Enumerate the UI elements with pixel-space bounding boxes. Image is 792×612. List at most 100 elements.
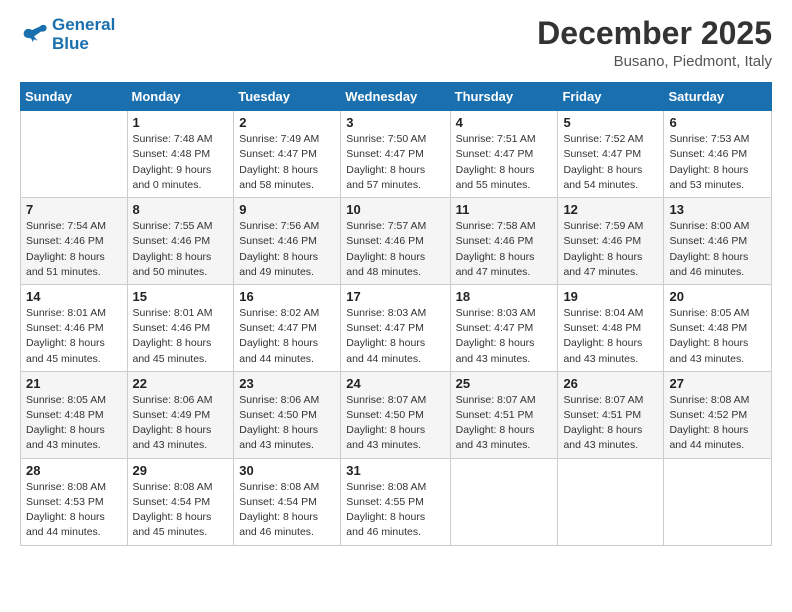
day-cell: 13Sunrise: 8:00 AMSunset: 4:46 PMDayligh… [664, 198, 772, 285]
day-number: 19 [563, 289, 658, 304]
day-number: 20 [669, 289, 766, 304]
day-number: 11 [456, 202, 553, 217]
day-info: Sunrise: 7:58 AMSunset: 4:46 PMDaylight:… [456, 219, 553, 280]
logo-icon [20, 21, 48, 49]
day-number: 17 [346, 289, 444, 304]
week-row-5: 28 Sunrise: 8:08 AMSunset: 4:53 PMDayligh… [21, 458, 772, 545]
calendar-table: SundayMondayTuesdayWednesdayThursdayFrid… [20, 82, 772, 545]
header-row: SundayMondayTuesdayWednesdayThursdayFrid… [21, 83, 772, 111]
day-info: Sunrise: 7:59 AMSunset: 4:46 PMDaylight:… [563, 219, 658, 280]
day-info: Sunrise: 8:05 AMSunset: 4:48 PMDaylight:… [26, 393, 122, 454]
day-number: 27 [669, 376, 766, 391]
day-info: Sunrise: 8:08 AMSunset: 4:54 PMDaylight:… [239, 480, 335, 541]
day-info: Sunrise: 7:53 AMSunset: 4:46 PMDaylight:… [669, 132, 766, 193]
day-info: Sunrise: 8:04 AMSunset: 4:48 PMDaylight:… [563, 306, 658, 367]
day-number: 8 [133, 202, 229, 217]
title-block: December 2025 Busano, Piedmont, Italy [537, 16, 772, 70]
day-info: Sunrise: 7:50 AMSunset: 4:47 PMDaylight:… [346, 132, 444, 193]
day-cell: 3 Sunrise: 7:50 AMSunset: 4:47 PMDaylight… [341, 111, 450, 198]
day-info: Sunrise: 8:05 AMSunset: 4:48 PMDaylight:… [669, 306, 766, 367]
day-number: 22 [133, 376, 229, 391]
day-number: 1 [133, 115, 229, 130]
day-info: Sunrise: 7:55 AMSunset: 4:46 PMDaylight:… [133, 219, 229, 280]
day-number: 5 [563, 115, 658, 130]
day-cell: 24 Sunrise: 8:07 AMSunset: 4:50 PMDayligh… [341, 371, 450, 458]
day-cell: 10Sunrise: 7:57 AMSunset: 4:46 PMDayligh… [341, 198, 450, 285]
day-cell: 8 Sunrise: 7:55 AMSunset: 4:46 PMDaylight… [127, 198, 234, 285]
day-info: Sunrise: 8:03 AMSunset: 4:47 PMDaylight:… [456, 306, 553, 367]
day-number: 15 [133, 289, 229, 304]
day-cell: 28 Sunrise: 8:08 AMSunset: 4:53 PMDayligh… [21, 458, 128, 545]
day-cell: 16 Sunrise: 8:02 AMSunset: 4:47 PMDayligh… [234, 284, 341, 371]
day-info: Sunrise: 8:00 AMSunset: 4:46 PMDaylight:… [669, 219, 766, 280]
day-cell: 23Sunrise: 8:06 AMSunset: 4:50 PMDayligh… [234, 371, 341, 458]
day-info: Sunrise: 8:03 AMSunset: 4:47 PMDaylight:… [346, 306, 444, 367]
logo: General Blue [20, 16, 115, 53]
day-cell: 21 Sunrise: 8:05 AMSunset: 4:48 PMDayligh… [21, 371, 128, 458]
day-number: 12 [563, 202, 658, 217]
header-cell-friday: Friday [558, 83, 664, 111]
day-info: Sunrise: 8:07 AMSunset: 4:51 PMDaylight:… [563, 393, 658, 454]
day-info: Sunrise: 8:08 AMSunset: 4:55 PMDaylight:… [346, 480, 444, 541]
day-number: 7 [26, 202, 122, 217]
day-number: 9 [239, 202, 335, 217]
day-info: Sunrise: 8:07 AMSunset: 4:50 PMDaylight:… [346, 393, 444, 454]
day-cell: 17 Sunrise: 8:03 AMSunset: 4:47 PMDayligh… [341, 284, 450, 371]
day-cell: 27 Sunrise: 8:08 AMSunset: 4:52 PMDayligh… [664, 371, 772, 458]
header-cell-thursday: Thursday [450, 83, 558, 111]
day-cell: 5Sunrise: 7:52 AMSunset: 4:47 PMDaylight… [558, 111, 664, 198]
day-cell: 14 Sunrise: 8:01 AMSunset: 4:46 PMDayligh… [21, 284, 128, 371]
day-number: 23 [239, 376, 335, 391]
header-cell-tuesday: Tuesday [234, 83, 341, 111]
day-number: 25 [456, 376, 553, 391]
day-info: Sunrise: 7:51 AMSunset: 4:47 PMDaylight:… [456, 132, 553, 193]
week-row-2: 7Sunrise: 7:54 AMSunset: 4:46 PMDaylight… [21, 198, 772, 285]
day-info: Sunrise: 8:08 AMSunset: 4:53 PMDaylight:… [26, 480, 122, 541]
week-row-4: 21 Sunrise: 8:05 AMSunset: 4:48 PMDayligh… [21, 371, 772, 458]
day-cell: 19 Sunrise: 8:04 AMSunset: 4:48 PMDayligh… [558, 284, 664, 371]
day-number: 28 [26, 463, 122, 478]
day-number: 29 [133, 463, 229, 478]
day-number: 4 [456, 115, 553, 130]
day-cell: 26 Sunrise: 8:07 AMSunset: 4:51 PMDayligh… [558, 371, 664, 458]
day-number: 18 [456, 289, 553, 304]
day-cell: 1Sunrise: 7:48 AMSunset: 4:48 PMDaylight… [127, 111, 234, 198]
page: General Blue December 2025 Busano, Piedm… [0, 0, 792, 612]
day-number: 14 [26, 289, 122, 304]
day-cell [450, 458, 558, 545]
day-info: Sunrise: 7:49 AMSunset: 4:47 PMDaylight:… [239, 132, 335, 193]
day-number: 24 [346, 376, 444, 391]
day-info: Sunrise: 8:06 AMSunset: 4:49 PMDaylight:… [133, 393, 229, 454]
day-info: Sunrise: 8:01 AMSunset: 4:46 PMDaylight:… [133, 306, 229, 367]
month-title: December 2025 [537, 16, 772, 51]
day-cell: 6 Sunrise: 7:53 AMSunset: 4:46 PMDaylight… [664, 111, 772, 198]
day-info: Sunrise: 8:01 AMSunset: 4:46 PMDaylight:… [26, 306, 122, 367]
day-cell: 12 Sunrise: 7:59 AMSunset: 4:46 PMDayligh… [558, 198, 664, 285]
day-info: Sunrise: 8:02 AMSunset: 4:47 PMDaylight:… [239, 306, 335, 367]
day-number: 6 [669, 115, 766, 130]
header-cell-monday: Monday [127, 83, 234, 111]
day-cell [21, 111, 128, 198]
day-cell: 31 Sunrise: 8:08 AMSunset: 4:55 PMDayligh… [341, 458, 450, 545]
day-cell: 15 Sunrise: 8:01 AMSunset: 4:46 PMDayligh… [127, 284, 234, 371]
day-cell: 22 Sunrise: 8:06 AMSunset: 4:49 PMDayligh… [127, 371, 234, 458]
day-number: 3 [346, 115, 444, 130]
day-cell: 7Sunrise: 7:54 AMSunset: 4:46 PMDaylight… [21, 198, 128, 285]
location: Busano, Piedmont, Italy [537, 53, 772, 70]
day-cell: 20 Sunrise: 8:05 AMSunset: 4:48 PMDayligh… [664, 284, 772, 371]
day-number: 21 [26, 376, 122, 391]
day-cell: 2 Sunrise: 7:49 AMSunset: 4:47 PMDaylight… [234, 111, 341, 198]
day-cell: 25Sunrise: 8:07 AMSunset: 4:51 PMDayligh… [450, 371, 558, 458]
day-info: Sunrise: 7:56 AMSunset: 4:46 PMDaylight:… [239, 219, 335, 280]
day-cell: 29Sunrise: 8:08 AMSunset: 4:54 PMDayligh… [127, 458, 234, 545]
day-number: 26 [563, 376, 658, 391]
day-number: 30 [239, 463, 335, 478]
day-info: Sunrise: 8:08 AMSunset: 4:52 PMDaylight:… [669, 393, 766, 454]
day-info: Sunrise: 7:57 AMSunset: 4:46 PMDaylight:… [346, 219, 444, 280]
day-cell: 9 Sunrise: 7:56 AMSunset: 4:46 PMDaylight… [234, 198, 341, 285]
day-cell [558, 458, 664, 545]
day-number: 2 [239, 115, 335, 130]
day-number: 31 [346, 463, 444, 478]
day-cell: 11 Sunrise: 7:58 AMSunset: 4:46 PMDayligh… [450, 198, 558, 285]
day-number: 16 [239, 289, 335, 304]
